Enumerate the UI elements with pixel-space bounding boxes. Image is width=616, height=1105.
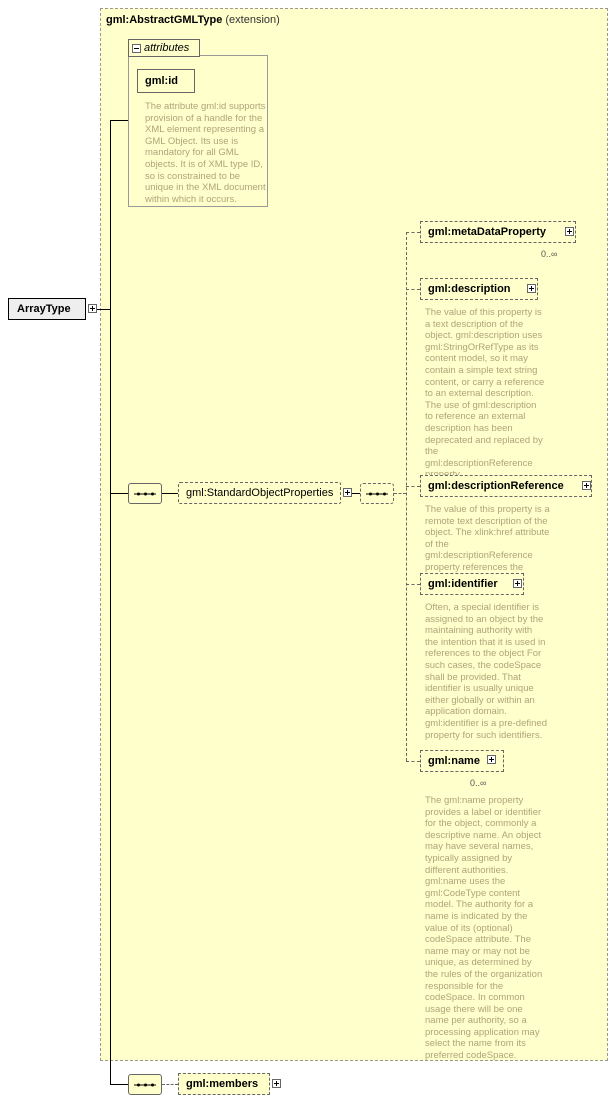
node-gml-descriptionReference[interactable]: gml:descriptionReference [420,475,592,497]
sequence-dot-1 [137,492,140,495]
line-to-descriptionReference [406,486,420,487]
line-to-metadataproperty [406,232,420,233]
node-gml-descriptionReference-label: gml:descriptionReference [428,480,564,492]
node-gml-identifier-label: gml:identifier [428,578,498,590]
sequence-members-dot-2 [144,1083,147,1086]
line-to-description [406,289,420,290]
node-gml-identifier[interactable]: gml:identifier [420,573,524,595]
node-gml-metaDataProperty[interactable]: gml:metaDataProperty [420,221,576,243]
node-gml-members[interactable]: gml:members [178,1073,270,1095]
collapse-icon[interactable] [132,44,141,53]
sequence-compositor-members[interactable] [128,1074,162,1095]
line-to-seq-top [110,493,128,494]
node-standard-object-properties[interactable]: gml:StandardObjectProperties [178,482,341,504]
node-gml-id-label: gml:id [145,75,178,87]
root-expand-icon[interactable] [88,304,97,313]
node-gml-name-label: gml:name [428,755,480,767]
line-group-to-innerseq [352,493,360,494]
line-to-name [406,761,420,762]
schema-diagram: gml:AbstractGMLType (extension) attribut… [0,0,616,1105]
descriptionReference-expand-icon[interactable] [582,481,591,490]
sequence-members-dot-3 [151,1083,154,1086]
sequence-dot-2 [144,492,147,495]
line-children-spine [406,232,407,761]
sequence-inner-dot-3 [383,492,386,495]
sequence-compositor-group[interactable] [128,483,162,504]
node-gml-members-label: gml:members [186,1078,259,1090]
line-root-right [97,309,110,310]
line-innerseq-to-spine [394,493,406,494]
sequence-inner-dot-1 [369,492,372,495]
metaDataProperty-expand-icon[interactable] [565,227,574,236]
doc-gml-id: The attribute gml:id supports provision … [145,101,266,205]
line-to-identifier [406,584,420,585]
node-gml-metaDataProperty-label: gml:metaDataProperty [428,226,546,238]
node-standard-object-properties-label: gml:StandardObjectProperties [186,487,334,499]
name-expand-icon[interactable] [487,755,496,764]
line-members-seq-to-node [162,1084,178,1085]
extension-panel-title: gml:AbstractGMLType (extension) [106,14,280,26]
sequence-members-dot-1 [137,1083,140,1086]
doc-gml-description: The value of this property is a text des… [425,307,545,480]
sequence-dot-3 [151,492,154,495]
node-gml-description-label: gml:description [428,283,511,295]
sequence-compositor-inner[interactable] [360,483,394,504]
extension-base-type: gml:AbstractGMLType [106,14,223,26]
group-expand-icon[interactable] [343,488,352,497]
node-gml-description[interactable]: gml:description [420,278,538,300]
line-seq-to-group [162,493,178,494]
occurrence-metaDataProperty: 0..∞ [541,249,558,259]
line-to-members-seq [110,1084,128,1085]
extension-kind: (extension) [225,14,280,26]
doc-gml-name: The gml:name property provides a label o… [425,795,543,1062]
node-gml-id[interactable]: gml:id [137,69,195,93]
doc-gml-identifier: Often, a special identifier is assigned … [425,602,547,741]
attributes-header-label: attributes [144,42,190,54]
description-expand-icon[interactable] [527,284,536,293]
line-spine-main [110,309,111,1084]
attributes-header[interactable]: attributes [128,39,200,57]
occurrence-name: 0..∞ [470,778,487,788]
identifier-expand-icon[interactable] [513,579,522,588]
members-expand-icon[interactable] [272,1079,281,1088]
line-attributes-stub-h [110,120,128,121]
root-node-label: ArrayType [17,303,71,315]
sequence-inner-dot-2 [376,492,379,495]
root-node[interactable]: ArrayType [8,298,86,320]
